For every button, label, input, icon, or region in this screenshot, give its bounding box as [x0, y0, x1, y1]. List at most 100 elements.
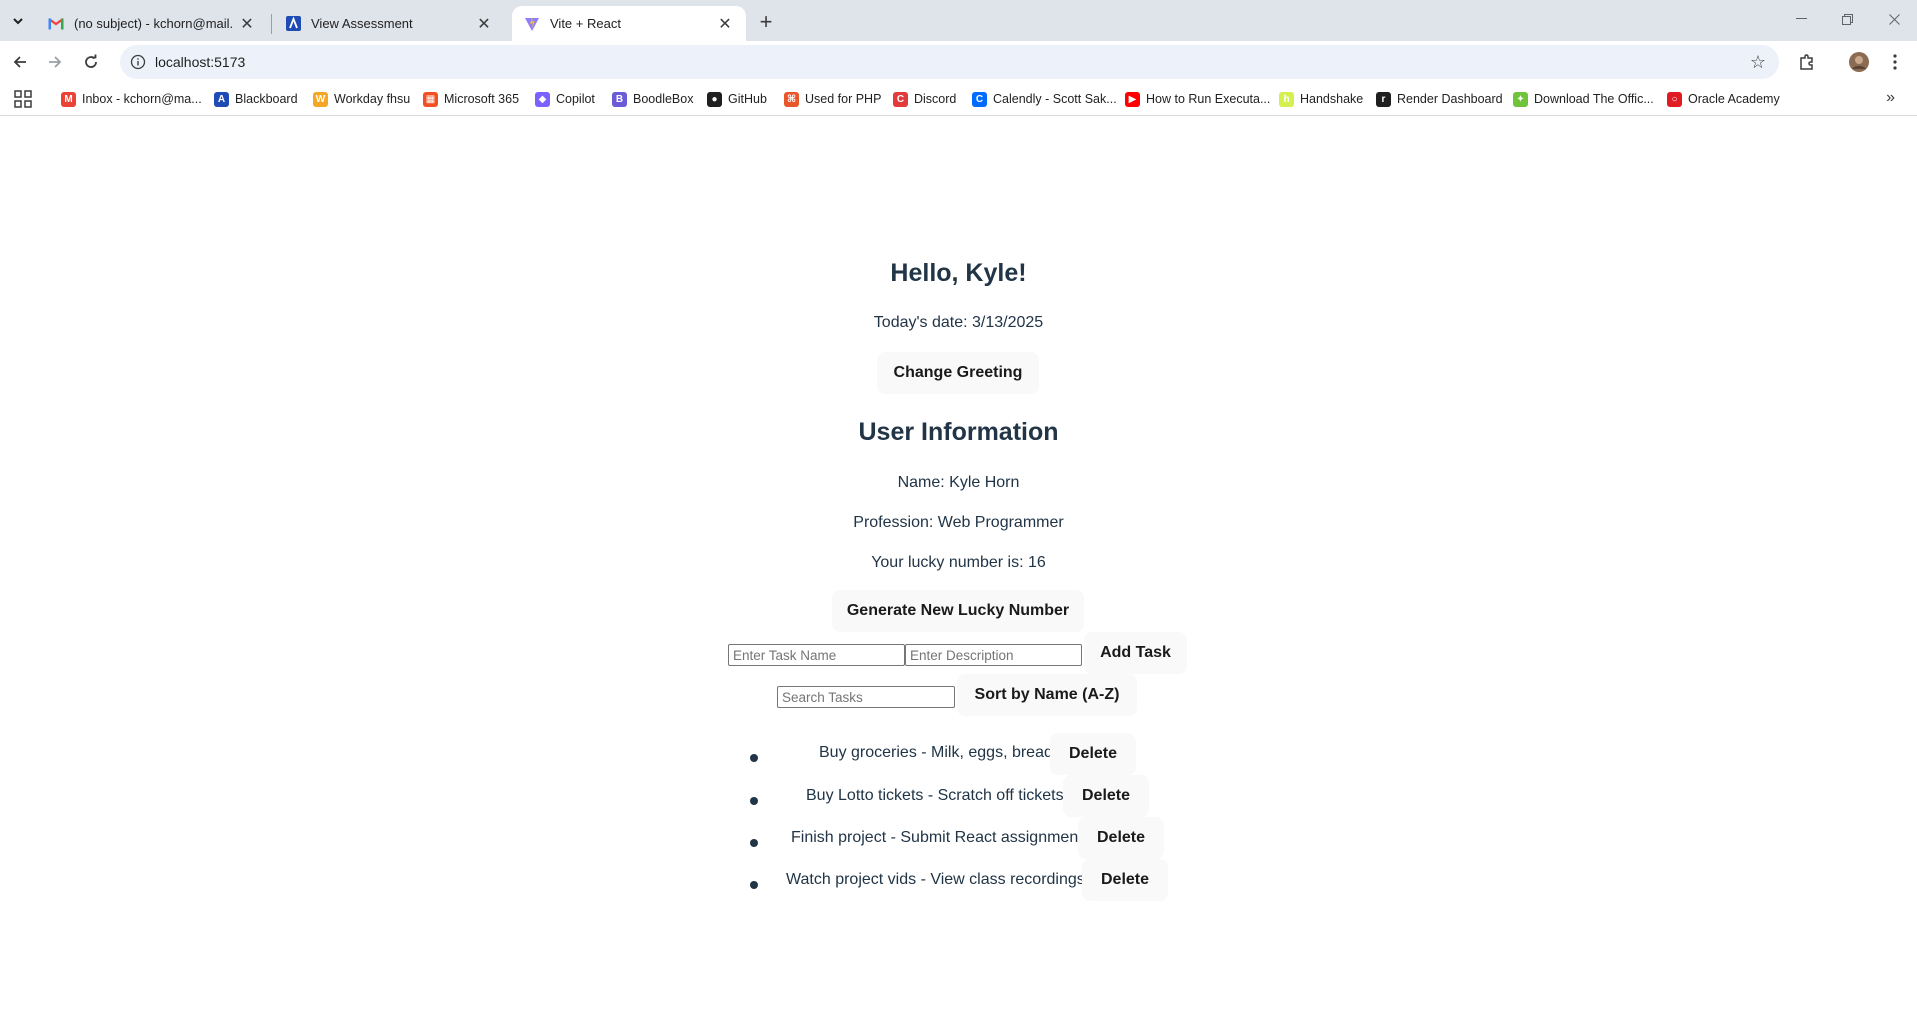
lucky-number-text: Your lucky number is: 16 — [871, 554, 1046, 571]
close-icon — [1888, 13, 1900, 25]
bookmark-favicon-icon: h — [1279, 91, 1294, 107]
bookmark-item[interactable]: C Discord — [893, 89, 956, 109]
reload-icon — [85, 54, 97, 68]
bookmark-item[interactable]: M Inbox - kchorn@ma... — [61, 89, 202, 109]
bookmark-star-icon[interactable]: ☆ — [1747, 51, 1769, 73]
bookmark-item[interactable]: ✦ Download The Offic... — [1513, 89, 1654, 109]
bookmark-item[interactable]: B BoodleBox — [612, 89, 693, 109]
bookmark-favicon-icon: M — [61, 91, 76, 107]
tab-view-assessment[interactable]: View Assessment ✕ — [273, 6, 505, 41]
delete-task-button[interactable]: Delete — [1078, 817, 1164, 859]
greeting-heading: Hello, Kyle! — [890, 259, 1027, 287]
arrow-right-icon — [49, 56, 62, 68]
minimize-icon — [1795, 18, 1807, 19]
profile-avatar[interactable] — [1846, 49, 1872, 75]
forward-button[interactable] — [40, 47, 70, 77]
bookmark-favicon-icon: ● — [707, 91, 722, 107]
bookmark-item[interactable]: ○ Oracle Academy — [1667, 89, 1780, 109]
tab-title: View Assessment — [311, 16, 413, 31]
bookmark-favicon-icon: ⌘ — [784, 91, 799, 107]
change-greeting-button[interactable]: Change Greeting — [877, 352, 1039, 394]
tab-search-button[interactable] — [4, 8, 32, 34]
date-text: Today's date: 3/13/2025 — [873, 314, 1044, 331]
new-tab-button[interactable]: + — [752, 8, 780, 36]
bookmark-favicon-icon: A — [214, 91, 229, 107]
bookmark-label: Inbox - kchorn@ma... — [82, 92, 202, 106]
extensions-button[interactable] — [1794, 49, 1820, 75]
bookmark-item[interactable]: A Blackboard — [214, 89, 298, 109]
search-tasks-input[interactable] — [777, 686, 955, 708]
bookmark-label: Discord — [914, 92, 957, 106]
apps-grid-icon[interactable] — [14, 90, 32, 108]
bookmark-label: Blackboard — [235, 92, 298, 106]
reload-button[interactable] — [76, 47, 106, 77]
delete-task-button[interactable]: Delete — [1063, 775, 1149, 817]
vite-icon — [524, 16, 540, 32]
close-icon[interactable]: ✕ — [716, 15, 734, 33]
bookmark-label: Used for PHP — [805, 92, 882, 106]
address-bar[interactable]: localhost:5173 ☆ — [120, 45, 1779, 79]
gmail-icon — [48, 16, 64, 32]
add-task-button[interactable]: Add Task — [1084, 632, 1187, 674]
bookmark-item[interactable]: ▶ How to Run Executa... — [1125, 89, 1270, 109]
tab-separator — [271, 14, 272, 34]
restore-icon — [1841, 13, 1853, 25]
bookmark-item[interactable]: ◆ Copilot — [535, 89, 595, 109]
list-bullet — [750, 839, 758, 847]
puzzle-icon — [1800, 54, 1813, 70]
avatar-icon — [1849, 52, 1869, 72]
bookmark-favicon-icon: ✦ — [1513, 91, 1528, 107]
restore-button[interactable] — [1824, 0, 1870, 38]
bookmark-item[interactable]: r Render Dashboard — [1376, 89, 1503, 109]
bookmark-favicon-icon: ▶ — [1125, 91, 1140, 107]
tab-vite-react[interactable]: Vite + React ✕ — [512, 6, 746, 41]
bookmark-item[interactable]: W Workday fhsu — [313, 89, 410, 109]
blackboard-icon — [285, 16, 301, 32]
tab-title: (no subject) - kchorn@mail.fhsu — [74, 16, 232, 31]
user-profession-text: Profession: Web Programmer — [853, 514, 1064, 531]
bookmarks-overflow-icon[interactable]: » — [1886, 89, 1895, 107]
task-name-input[interactable] — [728, 644, 905, 666]
minimize-button[interactable] — [1778, 0, 1824, 38]
bookmark-item[interactable]: ⌘ Used for PHP — [784, 89, 881, 109]
bookmark-favicon-icon: W — [313, 91, 328, 107]
bookmark-label: Handshake — [1300, 92, 1364, 106]
bookmark-label: How to Run Executa... — [1146, 92, 1271, 106]
list-bullet — [750, 881, 758, 889]
back-button[interactable] — [5, 47, 35, 77]
list-bullet — [750, 797, 758, 805]
arrow-left-icon — [13, 56, 26, 68]
bookmark-label: Calendly - Scott Sak... — [993, 92, 1117, 106]
task-text: Watch project vids - View class recordin… — [786, 871, 1085, 888]
task-text: Finish project - Submit React assignment — [791, 829, 1083, 846]
delete-task-button[interactable]: Delete — [1050, 733, 1136, 775]
bookmark-label: Copilot — [556, 92, 595, 106]
tab-gmail[interactable]: (no subject) - kchorn@mail.fhsu ✕ — [36, 6, 268, 41]
close-icon[interactable]: ✕ — [475, 15, 493, 33]
bookmark-label: BoodleBox — [633, 92, 694, 106]
bookmark-item[interactable]: ▦ Microsoft 365 — [423, 89, 519, 109]
list-bullet — [750, 754, 758, 762]
bookmark-label: GitHub — [728, 92, 767, 106]
site-info-icon[interactable] — [128, 52, 148, 72]
bookmark-label: Workday fhsu — [334, 92, 411, 106]
bookmark-favicon-icon: ◆ — [535, 91, 550, 107]
browser-menu-button[interactable] — [1882, 49, 1908, 75]
user-info-heading: User Information — [858, 418, 1059, 446]
bookmark-favicon-icon: B — [612, 91, 627, 107]
bookmark-item[interactable]: ● GitHub — [707, 89, 767, 109]
task-description-input[interactable] — [905, 644, 1082, 666]
delete-task-button[interactable]: Delete — [1082, 859, 1168, 901]
bookmark-label: Render Dashboard — [1397, 92, 1503, 106]
generate-lucky-number-button[interactable]: Generate New Lucky Number — [832, 590, 1084, 632]
url-text: localhost:5173 — [155, 54, 246, 70]
task-text: Buy groceries - Milk, eggs, bread — [819, 744, 1053, 761]
bookmark-item[interactable]: C Calendly - Scott Sak... — [972, 89, 1117, 109]
close-icon[interactable]: ✕ — [238, 15, 256, 33]
more-vertical-icon — [1893, 54, 1897, 70]
sort-by-name-button[interactable]: Sort by Name (A-Z) — [957, 674, 1137, 716]
close-window-button[interactable] — [1871, 0, 1917, 38]
bookmark-favicon-icon: r — [1376, 91, 1391, 107]
bookmark-item[interactable]: h Handshake — [1279, 89, 1363, 109]
bookmarks-bar: M Inbox - kchorn@ma... A Blackboard W Workday… — [0, 82, 1917, 116]
